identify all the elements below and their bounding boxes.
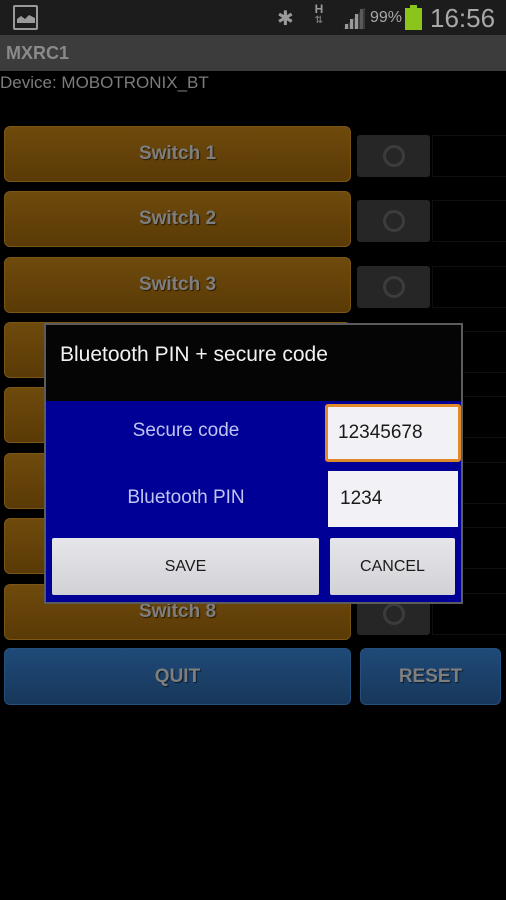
reset-button[interactable]: RESET	[360, 648, 501, 705]
dialog-body: Secure code Bluetooth PIN SAVE CANCEL	[46, 401, 461, 602]
switch-1-indicator[interactable]	[357, 135, 430, 177]
clock: 16:56	[430, 3, 496, 33]
hspa-data-icon: H ⇅	[314, 2, 324, 26]
device-label: Device: MOBOTRONIX_BT	[0, 73, 209, 92]
pin-dialog: Bluetooth PIN + secure code Secure code …	[44, 323, 463, 604]
secure-code-label: Secure code	[132, 420, 240, 441]
led-off-icon	[383, 210, 405, 232]
led-off-icon	[383, 145, 405, 167]
bluetooth-pin-input[interactable]	[328, 471, 458, 527]
dialog-title: Bluetooth PIN + secure code	[60, 343, 328, 366]
secure-code-input[interactable]	[325, 404, 461, 462]
status-bar: ✱ H ⇅ 99% 16:56	[0, 0, 506, 35]
switch-2-track	[432, 200, 506, 242]
battery-percent: 99%	[370, 9, 403, 26]
switch-2-indicator[interactable]	[357, 200, 430, 242]
app-title: MXRC1	[6, 43, 70, 63]
battery-icon	[405, 5, 422, 30]
cancel-button[interactable]: CANCEL	[330, 538, 455, 595]
switch-3-indicator[interactable]	[357, 266, 430, 308]
signal-icon	[343, 7, 365, 29]
gallery-icon	[13, 5, 38, 30]
bluetooth-pin-label: Bluetooth PIN	[127, 487, 245, 508]
switch-2-button[interactable]: Switch 2	[4, 191, 351, 247]
network-type: H	[314, 2, 324, 16]
quit-button[interactable]: QUIT	[4, 648, 351, 705]
switch-3-button[interactable]: Switch 3	[4, 257, 351, 313]
switch-1-track	[432, 135, 506, 177]
switch-1-button[interactable]: Switch 1	[4, 126, 351, 182]
action-bar: MXRC1	[0, 35, 506, 71]
save-button[interactable]: SAVE	[52, 538, 319, 595]
led-off-icon	[383, 276, 405, 298]
led-off-icon	[383, 603, 405, 625]
bluetooth-icon: ✱	[277, 8, 294, 30]
switch-3-track	[432, 266, 506, 308]
